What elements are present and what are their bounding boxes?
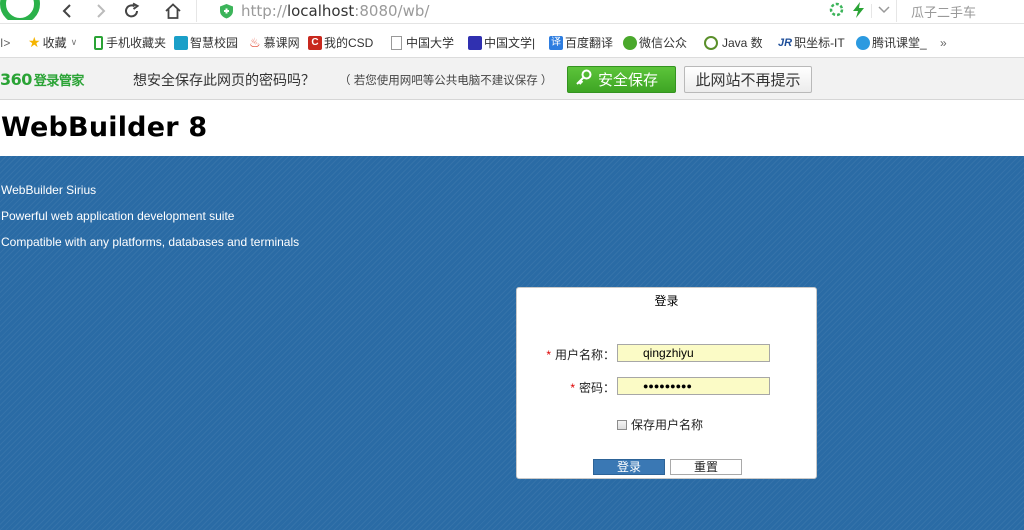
browser-logo-icon[interactable] (0, 0, 40, 20)
bookmark-label: 慕课网 (263, 36, 300, 50)
browser-toolbar: http://localhost:8080/wb/ 瓜子二手车 (0, 0, 1024, 24)
bookmark-label: 中国大学 (406, 36, 455, 50)
intro-line-3: Compatible with any platforms, databases… (1, 235, 300, 249)
page-title: WebBuilder 8 (1, 112, 208, 143)
chevron-down-icon: ∨ (70, 37, 78, 47)
bookmark-label: 收藏 (42, 36, 67, 50)
main-content: WebBuilder Sirius Powerful web applicati… (0, 156, 1024, 530)
bookmarks-bar: I> ★ 收藏 ∨ 手机收藏夹 智慧校园 ♨ 慕课网 C 我的CSD 中国大学 … (0, 28, 1024, 58)
bookmark-label: 我的CSD (324, 36, 374, 50)
address-bar[interactable]: http://localhost:8080/wb/ (196, 0, 816, 22)
key-icon (575, 69, 598, 90)
bookmark-zhizuobiao[interactable]: JR 职坐标-IT (778, 28, 856, 58)
login-button[interactable]: 登录 (593, 459, 665, 475)
wechat-icon (623, 35, 637, 50)
reset-button[interactable]: 重置 (670, 459, 742, 475)
bookmark-campus[interactable]: 智慧校园 (174, 28, 249, 58)
bookmark-java[interactable]: Java 数 (704, 28, 778, 58)
password-input[interactable]: ●●●●●●●●● (617, 377, 770, 395)
bookmark-csdn[interactable]: C 我的CSD (308, 28, 391, 58)
search-placeholder: 瓜子二手车 (911, 4, 977, 20)
username-input[interactable]: qingzhiyu (617, 344, 770, 362)
search-box[interactable]: 瓜子二手车 (896, 0, 1024, 22)
bookmark-baidu-translate[interactable]: 译 百度翻译 (549, 28, 623, 58)
required-mark: * (546, 348, 551, 362)
intro-line-1: WebBuilder Sirius (1, 183, 97, 197)
bookmark-imooc[interactable]: ♨ 慕课网 (249, 28, 308, 58)
save-password-note: （ 若您使用网吧等公共电脑不建议保存 ） (339, 75, 553, 87)
ad-block-icon[interactable] (829, 2, 844, 20)
tencent-icon (856, 35, 870, 50)
login-manager-logo: 360 登录管家 (0, 70, 84, 89)
zzb-icon: JR (778, 36, 793, 49)
bookmark-favorites[interactable]: ★ 收藏 ∨ (28, 28, 94, 58)
java-icon (704, 35, 718, 50)
csdn-icon: C (308, 35, 322, 50)
username-label: * 用户名称： (546, 348, 615, 362)
remember-username[interactable]: 保存用户名称 (617, 416, 703, 433)
campus-icon (174, 35, 188, 50)
more-bookmarks-icon[interactable]: » (940, 28, 954, 58)
password-save-bar: 360 登录管家 想安全保存此网页的密码吗？ （ 若您使用网吧等公共电脑不建议保存… (0, 58, 1024, 100)
bookmark-literature[interactable]: 中国文学| (468, 28, 549, 58)
home-icon[interactable] (162, 0, 184, 22)
bookmark-mooc[interactable]: 中国大学 (391, 28, 468, 58)
phone-icon (94, 35, 103, 50)
dropdown-chevron-icon[interactable] (871, 4, 891, 18)
bookmark-tencent-class[interactable]: 腾讯课堂_ (856, 28, 940, 58)
forward-icon[interactable] (90, 0, 112, 22)
flame-icon: ♨ (249, 34, 261, 50)
bookmark-mobile[interactable]: 手机收藏夹 (94, 28, 174, 58)
translate-icon: 译 (549, 35, 563, 50)
bookmark-wechat[interactable]: 微信公众 (623, 28, 704, 58)
url-text: http://localhost:8080/wb/ (241, 2, 430, 20)
password-label: * 密码： (570, 381, 615, 395)
bookmark-label: 职坐标-IT (794, 36, 845, 50)
page-icon (391, 35, 402, 50)
bookmark-label: 腾讯课堂_ (872, 36, 927, 50)
remember-checkbox[interactable] (617, 419, 627, 430)
back-icon[interactable] (56, 0, 78, 22)
login-panel: 登录 * 用户名称： qingzhiyu * 密码： ●●●●●●●●● 保存用户名… (516, 287, 817, 479)
required-mark: * (570, 381, 575, 395)
star-icon: ★ (28, 34, 41, 50)
extension-icons (829, 0, 891, 22)
bookmark-label: 百度翻译 (565, 36, 614, 50)
bookmark-label: 手机收藏夹 (106, 36, 167, 50)
bookmark-label: 中国文学| (484, 36, 536, 50)
book-icon (468, 35, 482, 50)
secure-shield-icon (219, 3, 234, 22)
bookmark-label: 智慧校园 (190, 36, 239, 50)
login-title: 登录 (654, 294, 679, 308)
bookmark-label: 微信公众 (639, 36, 688, 50)
sidebar-toggle-icon[interactable]: I> (0, 28, 28, 58)
intro-line-2: Powerful web application development sui… (1, 209, 235, 223)
bookmark-label: Java 数 (722, 36, 763, 50)
page-header: WebBuilder 8 (0, 100, 1024, 156)
secure-save-label: 安全保存 (598, 72, 659, 89)
save-password-question: 想安全保存此网页的密码吗？ (133, 72, 315, 88)
refresh-icon[interactable] (121, 0, 143, 22)
secure-save-button[interactable]: 安全保存 (567, 66, 676, 93)
never-remind-button[interactable]: 此网站不再提示 (684, 66, 812, 93)
remember-label: 保存用户名称 (631, 418, 704, 432)
accelerate-icon[interactable] (852, 1, 865, 21)
